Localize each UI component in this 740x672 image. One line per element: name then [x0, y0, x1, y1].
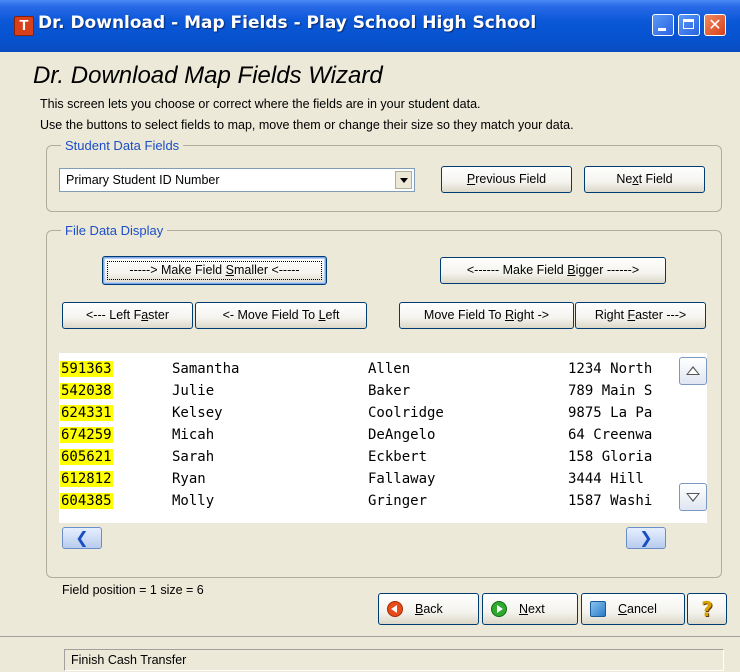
chevron-down-icon[interactable] — [395, 171, 412, 189]
student-field-select[interactable]: Primary Student ID Number — [59, 168, 415, 192]
student-data-fields-legend: Student Data Fields — [65, 138, 180, 153]
student-id-cell: 591363 — [60, 361, 113, 377]
field-position-readout: Field position = 1 size = 6 — [62, 583, 204, 597]
maximize-button[interactable] — [678, 14, 700, 36]
chevron-left-icon: ❮ — [75, 528, 89, 547]
move-field-right-button[interactable]: Move Field To Right -> — [399, 302, 574, 329]
scroll-up-button[interactable] — [679, 357, 707, 385]
last-name-cell: Allen — [368, 361, 411, 377]
student-id-cell: 624331 — [60, 405, 113, 421]
left-faster-button[interactable]: <--- Left Faster — [62, 302, 193, 329]
address-cell: 64 Creenwa — [568, 427, 653, 443]
wizard-description-1: This screen lets you choose or correct w… — [40, 97, 481, 111]
student-id-cell: 604385 — [60, 493, 113, 509]
scroll-right-button[interactable]: ❯ — [626, 527, 666, 549]
next-arrow-icon — [491, 601, 507, 617]
last-name-cell: Gringer — [368, 493, 428, 509]
table-row: 605621 Sarah Eckbert 158 Gloria — [59, 447, 679, 469]
status-bar: Finish Cash Transfer — [0, 636, 740, 672]
wizard-description-2: Use the buttons to select fields to map,… — [40, 118, 574, 132]
table-row: 604385 Molly Gringer 1587 Washi — [59, 491, 679, 513]
next-button[interactable]: Next — [482, 593, 578, 625]
close-button[interactable]: ✕ — [704, 14, 726, 36]
arrow-up-icon — [686, 366, 700, 375]
minimize-button[interactable] — [652, 14, 674, 36]
window-title: Dr. Download - Map Fields - Play School … — [38, 13, 537, 33]
cancel-button[interactable]: Cancel — [581, 593, 685, 625]
status-panel: Finish Cash Transfer — [64, 649, 724, 671]
last-name-cell: Baker — [368, 383, 411, 399]
address-cell: 3444 Hill — [568, 471, 644, 487]
back-arrow-icon — [387, 601, 403, 617]
first-name-cell: Kelsey — [172, 405, 223, 421]
app-icon: T — [14, 16, 34, 36]
address-cell: 158 Gloria — [568, 449, 653, 465]
student-field-value: Primary Student ID Number — [66, 173, 220, 187]
last-name-cell: Coolridge — [368, 405, 444, 421]
close-icon: ✕ — [708, 15, 722, 34]
chevron-right-icon: ❯ — [639, 528, 653, 547]
maximize-icon — [683, 19, 694, 29]
make-field-smaller-button[interactable]: -----> Make Field Smaller <----- — [102, 256, 327, 285]
scroll-down-button[interactable] — [679, 483, 707, 511]
student-id-cell: 674259 — [60, 427, 113, 443]
arrow-down-icon — [686, 493, 700, 502]
next-field-button[interactable]: Next Field — [584, 166, 705, 193]
table-row: 542038 Julie Baker 789 Main S — [59, 381, 679, 403]
title-bar[interactable]: T Dr. Download - Map Fields - Play Schoo… — [0, 0, 740, 52]
previous-field-button[interactable]: Previous Field — [441, 166, 572, 193]
student-id-cell: 542038 — [60, 383, 113, 399]
address-cell: 1234 North — [568, 361, 653, 377]
first-name-cell: Julie — [172, 383, 215, 399]
scroll-left-button[interactable]: ❮ — [62, 527, 102, 549]
table-row: 591363 Samantha Allen 1234 North — [59, 359, 679, 381]
file-data-display-legend: File Data Display — [65, 223, 164, 238]
file-data-grid[interactable]: 591363 Samantha Allen 1234 North 542038 … — [59, 353, 707, 523]
table-row: 674259 Micah DeAngelo 64 Creenwa — [59, 425, 679, 447]
first-name-cell: Samantha — [172, 361, 240, 377]
back-button[interactable]: Back — [378, 593, 479, 625]
first-name-cell: Ryan — [172, 471, 206, 487]
help-button[interactable]: ? — [687, 593, 727, 625]
table-row: 612812 Ryan Fallaway 3444 Hill — [59, 469, 679, 491]
student-id-cell: 612812 — [60, 471, 113, 487]
help-icon: ? — [701, 597, 713, 621]
first-name-cell: Sarah — [172, 449, 215, 465]
last-name-cell: DeAngelo — [368, 427, 436, 443]
wizard-heading: Dr. Download Map Fields Wizard — [33, 62, 383, 89]
minimize-icon — [658, 28, 666, 31]
address-cell: 789 Main S — [568, 383, 653, 399]
table-row: 624331 Kelsey Coolridge 9875 La Pa — [59, 403, 679, 425]
address-cell: 9875 La Pa — [568, 405, 653, 421]
move-field-left-button[interactable]: <- Move Field To Left — [195, 302, 367, 329]
dr-download-window: T Dr. Download - Map Fields - Play Schoo… — [0, 0, 740, 672]
right-faster-button[interactable]: Right Faster ---> — [575, 302, 706, 329]
last-name-cell: Fallaway — [368, 471, 436, 487]
student-id-cell: 605621 — [60, 449, 113, 465]
cancel-icon — [590, 601, 606, 617]
last-name-cell: Eckbert — [368, 449, 428, 465]
make-field-bigger-button[interactable]: <------ Make Field Bigger ------> — [440, 257, 666, 284]
first-name-cell: Molly — [172, 493, 215, 509]
first-name-cell: Micah — [172, 427, 215, 443]
status-text: Finish Cash Transfer — [71, 653, 187, 667]
address-cell: 1587 Washi — [568, 493, 653, 509]
